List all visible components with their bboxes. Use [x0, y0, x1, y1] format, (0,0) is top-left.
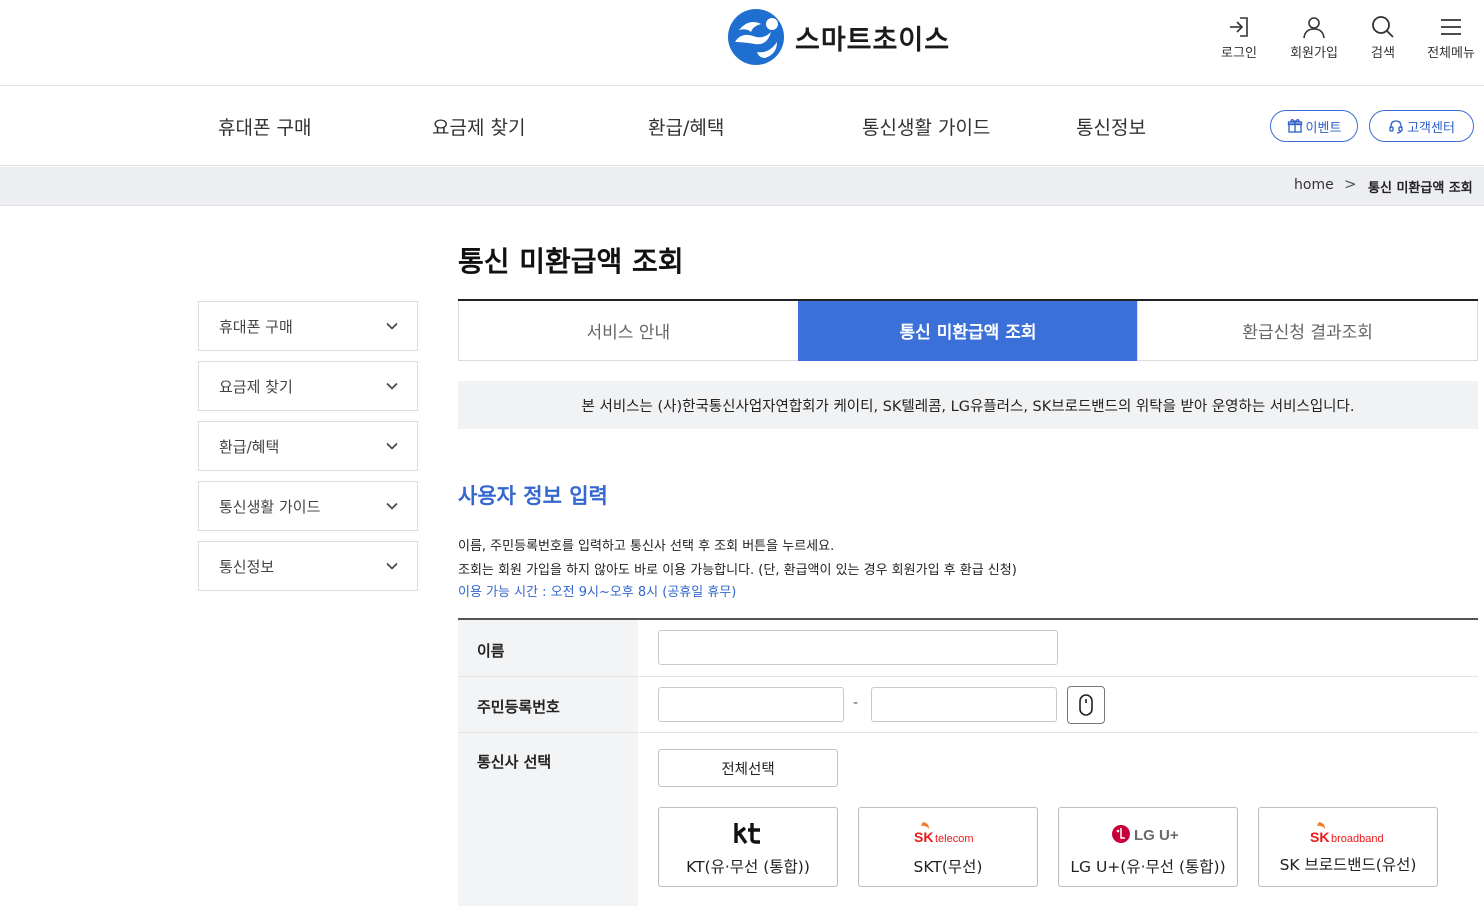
chevron-down-icon [386, 322, 398, 330]
chevron-down-icon [386, 562, 398, 570]
chevron-down-icon [386, 442, 398, 450]
main-navigation: 휴대폰 구매 요금제 찾기 환급/혜택 통신생활 가이드 통신정보 이벤트 고객… [0, 86, 1484, 166]
customer-center-button[interactable]: 고객센터 [1369, 110, 1474, 142]
sk-broadband-logo-icon: SK broadband [1310, 822, 1384, 845]
event-button[interactable]: 이벤트 [1270, 110, 1358, 142]
rrn-back-input[interactable] [871, 687, 1057, 722]
user-icon [1303, 17, 1325, 39]
svg-text:broadband: broadband [1331, 833, 1384, 845]
service-notice: 본 서비스는 (사)한국통신사업자연합회가 케이티, SK텔레콤, LG유플러스… [458, 381, 1478, 429]
carrier-skb-button[interactable]: SK broadband SK 브로드밴드(유선) [1258, 807, 1438, 887]
signup-button[interactable]: 회원가입 [1279, 14, 1349, 61]
sidebar-item-phone[interactable]: 휴대폰 구매 [198, 301, 418, 351]
tab-refund-result[interactable]: 환급신청 결과조회 [1137, 301, 1479, 361]
instruction-text-2: 조회는 회원 가입을 하지 않아도 바로 이용 가능합니다. (단, 환급액이 … [458, 563, 1017, 578]
form-row-carrier: 통신사 선택 전체선택 KT(유·무선 (통합)) SK telecom SKT… [458, 733, 1478, 906]
tab-refund-inquiry[interactable]: 통신 미환급액 조회 [797, 301, 1138, 361]
page-title: 통신 미환급액 조회 [458, 245, 684, 278]
section-title: 사용자 정보 입력 [458, 484, 608, 508]
tab-service-guide[interactable]: 서비스 안내 [458, 301, 798, 361]
login-icon [1230, 17, 1248, 37]
name-input[interactable] [658, 630, 1058, 665]
content-tabs: 서비스 안내 통신 미환급액 조회 환급신청 결과조회 [458, 299, 1479, 361]
kt-logo-icon [734, 823, 760, 844]
sidebar-item-info[interactable]: 통신정보 [198, 541, 418, 591]
all-menu-button[interactable]: 전체메뉴 [1416, 14, 1484, 61]
user-info-form: 이름 주민등록번호 - 통신사 선택 전체선택 KT(유·무선 (통합)) SK… [458, 618, 1478, 906]
rrn-dash: - [853, 695, 859, 711]
gnb-item-guide[interactable]: 통신생활 가이드 [862, 113, 990, 140]
chevron-down-icon [386, 382, 398, 390]
menu-icon [1441, 19, 1461, 35]
gnb-item-plan[interactable]: 요금제 찾기 [432, 113, 525, 140]
login-button[interactable]: 로그인 [1204, 14, 1274, 61]
gnb-item-phone[interactable]: 휴대폰 구매 [218, 113, 311, 140]
rrn-front-input[interactable] [658, 687, 844, 722]
carrier-label: 통신사 선택 [477, 753, 552, 771]
secure-keypad-button[interactable] [1067, 686, 1105, 724]
breadcrumb-home[interactable]: home [1294, 177, 1334, 193]
search-icon [1372, 16, 1394, 38]
svg-text:SK: SK [1310, 829, 1329, 845]
sidebar-item-guide[interactable]: 통신생활 가이드 [198, 481, 418, 531]
breadcrumb-current: 통신 미환급액 조회 [1368, 181, 1473, 196]
carrier-lgu-button[interactable]: LG U+ LG U+(유·무선 (통합)) [1058, 807, 1238, 887]
instruction-text: 이름, 주민등록번호를 입력하고 통신사 선택 후 조회 버튼을 누르세요. [458, 539, 835, 554]
headset-icon [1389, 120, 1403, 134]
chevron-down-icon [386, 502, 398, 510]
form-row-name: 이름 [458, 620, 1478, 677]
lg-uplus-logo-icon: LG U+ [1112, 825, 1179, 844]
mouse-icon [1079, 694, 1093, 716]
sk-telecom-logo-icon: SK telecom [914, 822, 974, 845]
select-all-button[interactable]: 전체선택 [658, 749, 838, 787]
carrier-skt-button[interactable]: SK telecom SKT(무선) [858, 807, 1038, 887]
gift-icon [1287, 119, 1302, 133]
breadcrumb: home > 통신 미환급액 조회 [0, 167, 1484, 206]
available-hours-text: 이용 가능 시간 : 오전 9시~오후 8시 (공휴일 휴무) [458, 585, 737, 600]
smartchoice-logo-icon [728, 9, 784, 65]
form-row-rrn: 주민등록번호 - [458, 677, 1478, 733]
search-button[interactable]: 검색 [1348, 14, 1418, 61]
top-header: 스마트초이스 로그인 회원가입 검색 전체메뉴 [0, 0, 1484, 86]
gnb-item-info[interactable]: 통신정보 [1076, 113, 1146, 140]
gnb-item-refund[interactable]: 환급/혜택 [648, 113, 724, 140]
sidebar-item-refund[interactable]: 환급/혜택 [198, 421, 418, 471]
svg-text:telecom: telecom [935, 833, 974, 845]
rrn-label: 주민등록번호 [477, 698, 560, 716]
site-logo[interactable]: 스마트초이스 [727, 8, 950, 66]
name-label: 이름 [477, 642, 505, 660]
brand-name: 스마트초이스 [795, 24, 951, 56]
svg-text:SK: SK [914, 829, 933, 845]
sidebar-item-plan[interactable]: 요금제 찾기 [198, 361, 418, 411]
breadcrumb-separator: > [1344, 175, 1357, 193]
svg-text:LG U+: LG U+ [1134, 827, 1179, 844]
carrier-kt-button[interactable]: KT(유·무선 (통합)) [658, 807, 838, 887]
